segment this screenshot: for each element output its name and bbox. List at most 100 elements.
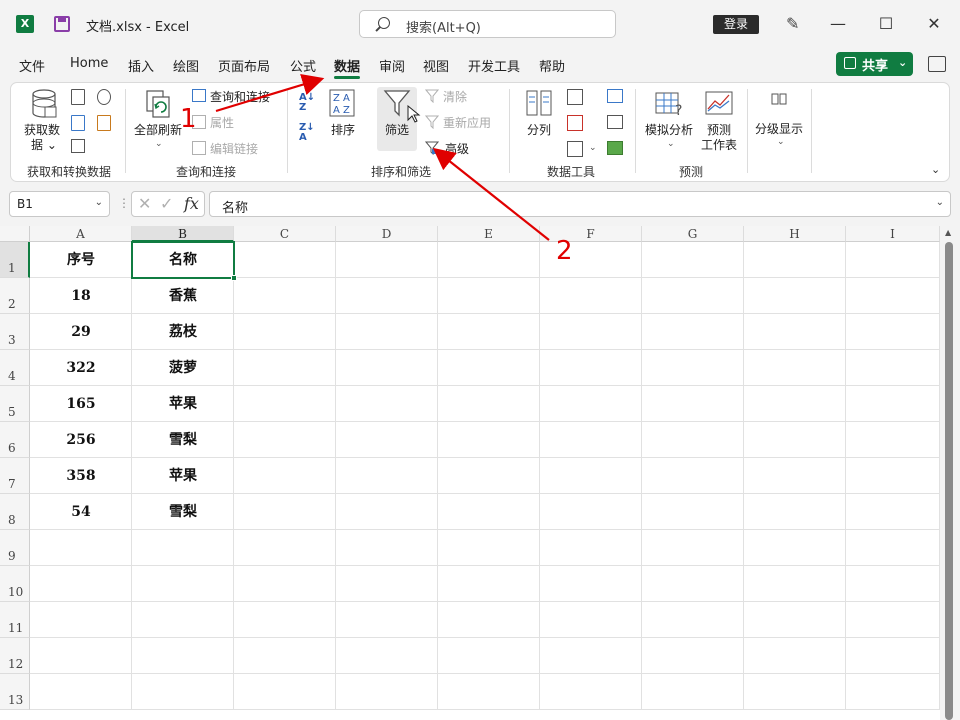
chevron-down-icon[interactable]: ⌄: [936, 197, 944, 208]
column-header-c[interactable]: C: [234, 226, 336, 242]
search-box[interactable]: 搜索(Alt+Q): [359, 10, 616, 38]
text-to-columns-label[interactable]: 分列: [527, 121, 551, 138]
filter-label[interactable]: 筛选: [385, 121, 409, 138]
row-header-12[interactable]: 12: [0, 638, 30, 674]
row-header-9[interactable]: 9: [0, 530, 30, 566]
row-header-1[interactable]: 1: [0, 242, 30, 278]
maximize-button[interactable]: ☐: [874, 12, 898, 36]
existing-connections-icon[interactable]: [97, 115, 111, 131]
text-to-columns-icon[interactable]: [525, 89, 553, 117]
tab-developer[interactable]: 开发工具: [468, 56, 520, 75]
from-web-icon[interactable]: [71, 115, 85, 131]
flash-fill-icon[interactable]: [567, 89, 583, 105]
cell-b4[interactable]: 菠萝: [132, 350, 234, 386]
login-button[interactable]: 登录: [713, 15, 759, 34]
advanced-label[interactable]: 高级: [445, 140, 469, 157]
enter-icon[interactable]: ✓: [160, 194, 173, 213]
cell-b8[interactable]: 雪梨: [132, 494, 234, 530]
comment-icon[interactable]: [928, 56, 946, 72]
column-header-h[interactable]: H: [744, 226, 846, 242]
column-header-b[interactable]: B: [132, 226, 234, 242]
row-header-10[interactable]: 10: [0, 566, 30, 602]
tab-file[interactable]: 文件: [19, 56, 45, 75]
vertical-scrollbar[interactable]: ▲: [940, 226, 960, 720]
remove-duplicates-icon[interactable]: [567, 115, 583, 131]
tab-insert[interactable]: 插入: [128, 56, 154, 75]
row-header-13[interactable]: 13: [0, 674, 30, 710]
cell-a1[interactable]: 序号: [30, 242, 132, 278]
scroll-up-icon[interactable]: ▲: [945, 228, 951, 237]
cell-a7[interactable]: 358: [30, 458, 132, 494]
tab-help[interactable]: 帮助: [539, 56, 565, 75]
sort-descending-icon[interactable]: Z↓ A: [299, 123, 317, 143]
spreadsheet-grid[interactable]: A B C D E F G H I 1 2 3 4 5 6 7 8 9 10 11 12 13 序号 名称 18 香蕉 29 荔枝 32…: [0, 226, 940, 720]
row-header-6[interactable]: 6: [0, 422, 30, 458]
tab-review[interactable]: 审阅: [379, 56, 405, 75]
row-header-5[interactable]: 5: [0, 386, 30, 422]
chevron-down-icon[interactable]: ⌄: [667, 139, 675, 149]
insert-function-button[interactable]: fx: [184, 194, 199, 213]
cell-a2[interactable]: 18: [30, 278, 132, 314]
data-model-icon[interactable]: [607, 141, 623, 155]
column-header-a[interactable]: A: [30, 226, 132, 242]
consolidate-icon[interactable]: [607, 89, 623, 103]
from-text-icon[interactable]: [71, 89, 85, 105]
outline-icon[interactable]: [771, 91, 787, 107]
column-header-e[interactable]: E: [438, 226, 540, 242]
row-header-11[interactable]: 11: [0, 602, 30, 638]
database-icon[interactable]: [31, 89, 57, 119]
cell-a5[interactable]: 165: [30, 386, 132, 422]
refresh-all-label[interactable]: 全部刷新: [134, 121, 182, 138]
queries-connections-icon[interactable]: [192, 89, 206, 102]
minimize-button[interactable]: —: [826, 12, 850, 36]
column-header-d[interactable]: D: [336, 226, 438, 242]
cell-b3[interactable]: 荔枝: [132, 314, 234, 350]
name-box[interactable]: B1 ⌄: [9, 191, 110, 217]
column-header-g[interactable]: G: [642, 226, 744, 242]
cell-a6[interactable]: 256: [30, 422, 132, 458]
save-icon[interactable]: [54, 16, 70, 32]
what-if-analysis-icon[interactable]: ?: [655, 89, 685, 119]
formula-input[interactable]: 名称 ⌄: [209, 191, 951, 217]
cell-a3[interactable]: 29: [30, 314, 132, 350]
what-if-label[interactable]: 模拟分析: [645, 121, 693, 138]
get-data-label-2[interactable]: 据 ⌄: [31, 136, 57, 153]
tab-home[interactable]: Home: [70, 56, 108, 71]
relationships-icon[interactable]: [607, 115, 623, 129]
outline-label[interactable]: 分级显示: [755, 120, 803, 137]
tab-formulas[interactable]: 公式: [290, 56, 316, 75]
close-button[interactable]: ✕: [922, 12, 946, 36]
sort-ascending-icon[interactable]: A↓ Z: [299, 93, 317, 113]
sort-label[interactable]: 排序: [331, 121, 355, 138]
sort-icon[interactable]: ZAAZ: [329, 89, 355, 117]
row-header-4[interactable]: 4: [0, 350, 30, 386]
advanced-filter-icon[interactable]: [424, 141, 440, 156]
row-header-7[interactable]: 7: [0, 458, 30, 494]
recent-sources-icon[interactable]: [97, 89, 111, 105]
data-validation-icon[interactable]: [567, 141, 583, 157]
tab-draw[interactable]: 绘图: [173, 56, 199, 75]
forecast-sheet-label-2[interactable]: 工作表: [701, 136, 737, 153]
select-all-corner[interactable]: [0, 226, 30, 242]
cell-b7[interactable]: 苹果: [132, 458, 234, 494]
row-header-2[interactable]: 2: [0, 278, 30, 314]
cell-b2[interactable]: 香蕉: [132, 278, 234, 314]
chevron-down-icon[interactable]: ⌄: [777, 137, 785, 147]
chevron-down-icon[interactable]: ⌄: [589, 143, 597, 153]
column-header-i[interactable]: I: [846, 226, 940, 242]
more-options-icon[interactable]: ⋮: [118, 196, 130, 210]
row-header-8[interactable]: 8: [0, 494, 30, 530]
pen-icon[interactable]: ✎: [786, 14, 802, 34]
row-header-3[interactable]: 3: [0, 314, 30, 350]
queries-connections-label[interactable]: 查询和连接: [210, 88, 270, 105]
chevron-down-icon[interactable]: ⌄: [95, 197, 103, 208]
cell-a8[interactable]: 54: [30, 494, 132, 530]
from-table-icon[interactable]: [71, 139, 85, 153]
fill-handle[interactable]: [231, 275, 237, 281]
forecast-sheet-icon[interactable]: [705, 89, 733, 117]
ribbon-expand-icon[interactable]: ⌄: [931, 163, 940, 176]
scrollbar-thumb[interactable]: [945, 242, 953, 720]
share-button[interactable]: 共享 ⌄: [836, 52, 913, 76]
chevron-down-icon[interactable]: ⌄: [155, 139, 163, 149]
cell-b5[interactable]: 苹果: [132, 386, 234, 422]
